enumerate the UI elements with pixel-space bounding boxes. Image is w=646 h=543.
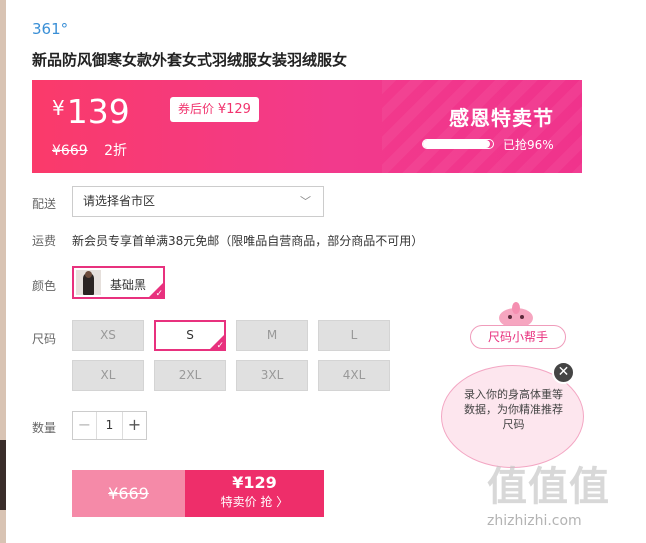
size-option-label: S — [186, 328, 194, 342]
shipping-label: 运费 — [32, 234, 57, 248]
discount-label: 2折 — [104, 143, 128, 159]
size-option-l[interactable]: L — [318, 320, 390, 351]
buy-sale-price: ¥129 — [232, 473, 277, 492]
price-banner: ¥139 券后价 ¥129 ¥669 2折 感恩特卖节 已抢96% — [32, 80, 582, 173]
sold-progress-text: 已抢96% — [503, 138, 554, 152]
close-icon[interactable]: ✕ — [552, 361, 575, 384]
watermark-url: zhizhizhi.com — [487, 513, 582, 529]
currency-symbol: ¥ — [52, 96, 65, 120]
chevron-down-icon: ﹀ — [300, 195, 311, 208]
size-helper-tag[interactable]: 尺码小帮手 — [470, 325, 566, 349]
selected-check-icon: ✓ — [148, 282, 164, 298]
shipping-info: 新会员专享首单满38元免邮（限唯品自营商品，部分商品不可用） — [72, 234, 424, 248]
size-option-3xl[interactable]: 3XL — [236, 360, 308, 391]
color-option-label: 基础黑 — [110, 278, 147, 292]
buy-bar: ¥669 ¥129 特卖价 抢 〉 — [72, 470, 324, 517]
promo-title: 感恩特卖节 — [449, 106, 554, 130]
size-label: 尺码 — [32, 332, 57, 346]
quantity-decrease-button[interactable]: − — [73, 412, 97, 439]
product-title: 新品防风御寒女款外套女式羽绒服女装羽绒服女 — [32, 51, 348, 69]
brand-link[interactable]: 361° — [32, 20, 68, 38]
quantity-stepper: − 1 + — [72, 411, 147, 440]
original-price-button: ¥669 — [72, 470, 185, 517]
current-price: ¥139 — [52, 92, 130, 131]
buy-action-label: 特卖价 抢 〉 — [220, 495, 289, 509]
size-option-2xl[interactable]: 2XL — [154, 360, 226, 391]
coupon-label: 券后价 — [178, 102, 215, 116]
original-price-row: ¥669 2折 — [52, 140, 127, 160]
color-label: 颜色 — [32, 279, 57, 293]
coupon-price-badge: 券后价 ¥129 — [170, 97, 259, 122]
sold-progress-bar — [422, 139, 494, 149]
size-option-s[interactable]: S ✓ — [154, 320, 226, 351]
size-helper-text: 录入你的身高体重等数据，为你精准推荐尺码 — [464, 388, 563, 431]
buy-now-button[interactable]: ¥129 特卖价 抢 〉 — [185, 470, 324, 517]
size-option-xs[interactable]: XS — [72, 320, 144, 351]
original-price: ¥669 — [52, 143, 88, 159]
buy-original-price: ¥669 — [108, 484, 149, 503]
color-option-black[interactable]: 基础黑 ✓ — [72, 266, 165, 299]
region-select[interactable]: 请选择省市区 ﹀ — [72, 186, 324, 217]
quantity-label: 数量 — [32, 421, 57, 435]
coupon-price: ¥129 — [217, 102, 251, 117]
watermark-logo: 值值值 — [487, 464, 610, 510]
side-image-strip-dark — [0, 440, 6, 510]
size-option-4xl[interactable]: 4XL — [318, 360, 390, 391]
color-thumbnail — [76, 270, 101, 295]
selected-check-icon: ✓ — [209, 334, 225, 350]
delivery-label: 配送 — [32, 197, 57, 211]
sold-progress-fill — [423, 140, 491, 148]
quantity-increase-button[interactable]: + — [122, 412, 146, 439]
price-value: 139 — [66, 92, 130, 131]
region-select-value: 请选择省市区 — [83, 194, 156, 208]
watermark: 值值值 zhizhizhi.com — [487, 462, 642, 540]
quantity-input[interactable]: 1 — [97, 412, 122, 439]
size-option-xl[interactable]: XL — [72, 360, 144, 391]
size-option-m[interactable]: M — [236, 320, 308, 351]
